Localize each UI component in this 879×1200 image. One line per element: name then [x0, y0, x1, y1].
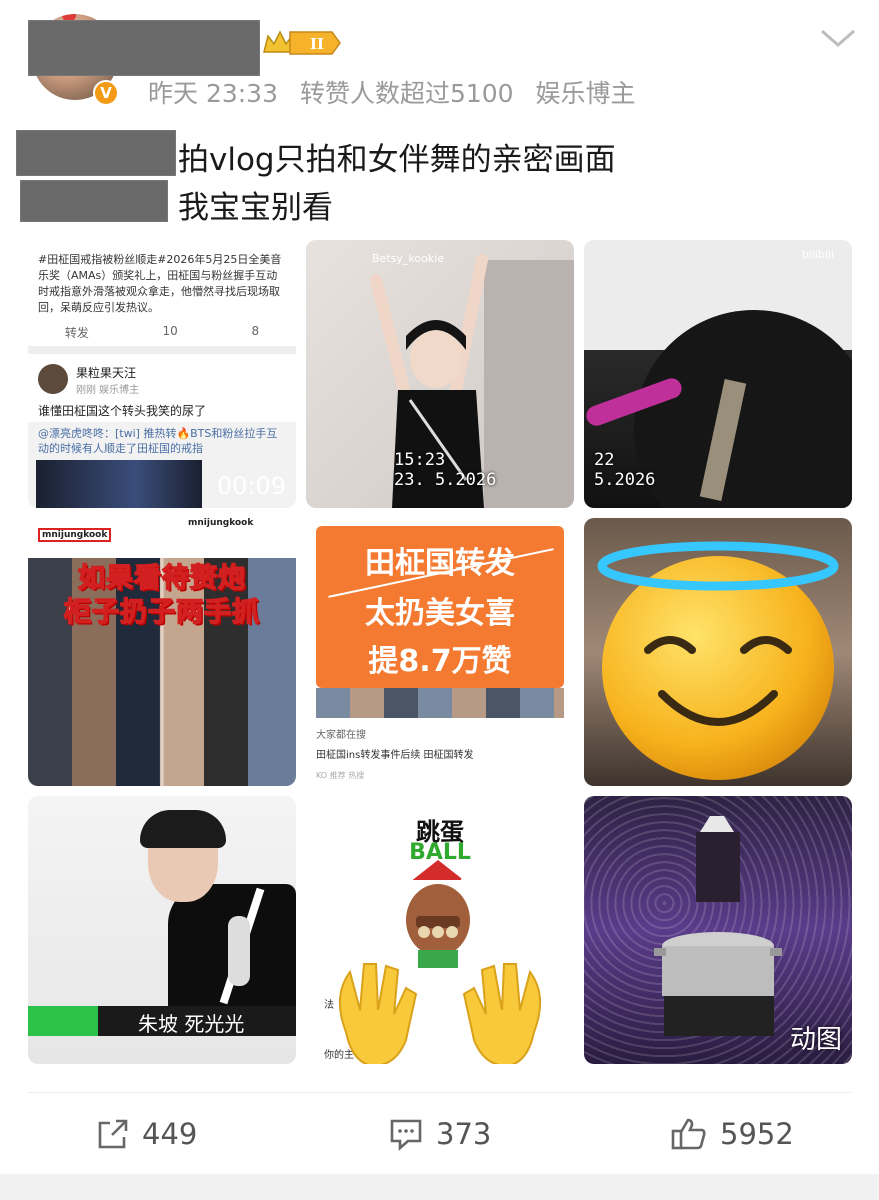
tile5-line-3: 提8.7万赞 [368, 644, 512, 679]
like-button[interactable]: 5952 [670, 1112, 794, 1156]
tile7-caption: 朱坡 死光光 [138, 1012, 245, 1036]
image-tile-2[interactable]: Betsy_kookie 15:23 23. 5.2026 [306, 240, 574, 508]
image-tile-7[interactable]: 朱坡 死光光 [28, 796, 296, 1064]
footer-divider [28, 1092, 851, 1093]
tile2-watermark: Betsy_kookie [372, 252, 444, 265]
tile5-search-items: 田柾国ins转发事件后续 田柾国转发 [316, 750, 474, 761]
smiling-face-halo-icon [597, 541, 839, 780]
tile5-line-1: 田柾国转发 [365, 546, 515, 581]
image-tile-9[interactable]: 动图 [584, 796, 852, 1064]
tile7-hair [140, 810, 226, 848]
thumbs-up-icon [671, 1118, 706, 1150]
repost-count: 449 [142, 1117, 198, 1151]
tile7-microphone [228, 916, 250, 986]
tile1-quote: @漂亮虎咚咚：[twi] 推热转🔥BTS和粉丝拉手互动的时候有人顺走了田柾国的戒… [38, 427, 278, 455]
tile4-username: mnijungkook [38, 528, 112, 542]
tile4-username-2: mnijungkook [188, 518, 254, 528]
rank-badge-text: II [310, 35, 324, 53]
video-duration: 00:09 [216, 472, 286, 500]
tile1-actions: 转发 10 8 [28, 324, 296, 341]
comment-icon [390, 1119, 422, 1151]
tile3-timestamp: 22 5.2026 [594, 450, 655, 490]
tile1-paragraph: #田柾国戒指被粉丝顺走#2026年5月25日全美音乐奖（AMAs）颁奖礼上，田柾… [38, 253, 282, 314]
tile3-date: 5.2026 [594, 470, 656, 490]
redacted-username [28, 20, 260, 76]
tile5-footer: KO 推荐 热搜 [316, 771, 365, 780]
image-tile-5[interactable]: 田柾国转发 太扔美女喜 提8.7万赞 大家都在搜 田柾国ins转发事件后续 田柾… [306, 518, 574, 786]
tile2-timestamp: 15:23 23. 5.2026 [394, 450, 496, 490]
tile7-caption-accent [28, 1006, 98, 1036]
image-tile-3[interactable]: bilibili 22 5.2026 [584, 240, 852, 508]
image-tile-1[interactable]: #田柾国戒指被粉丝顺走#2026年5月25日全美音乐奖（AMAs）颁奖礼上，田柾… [28, 240, 296, 508]
animated-gif-tag: 动图 [789, 1025, 842, 1055]
tile2-date: 23. 5.2026 [394, 470, 497, 490]
author-role: 娱乐博主 [535, 79, 636, 108]
tile3-time: 22 [594, 450, 615, 470]
tile1-message: 谁懂田柾国这个转头我笑的尿了 [38, 404, 207, 418]
comment-count: 373 [436, 1117, 492, 1151]
post-meta: 昨天 23:33 转赞人数超过5100 娱乐博主 [148, 74, 650, 110]
tile1-user-avatar [38, 364, 68, 394]
rank-badge-icon: II [263, 30, 341, 55]
tile1-user-sub: 刚刚 娱乐博主 [76, 385, 140, 396]
tile4-caption-2: 柜子扔子两手抓 [63, 596, 260, 629]
share-icon [98, 1119, 128, 1149]
tile1-username: 果粒果天汪 [76, 366, 137, 380]
cartoon-character-waving-hands-icon [338, 860, 542, 1064]
repost-notice: 转赞人数超过5100 [299, 79, 514, 108]
tile1-repost: 转发 [64, 326, 89, 340]
tile3-watermark: bilibili [801, 248, 834, 261]
tile1-likes: 8 [251, 324, 260, 338]
image-tile-4[interactable]: mnijungkook mnijungkook 如果看待赘炮 柜子扔子两手抓 [28, 518, 296, 786]
tile2-time: 15:23 [394, 450, 446, 470]
tile1-video-thumb [36, 460, 202, 508]
tile5-line-2: 太扔美女喜 [365, 596, 515, 631]
chevron-down-icon[interactable] [819, 26, 857, 50]
tile5-search-hint: 大家都在搜 [316, 730, 366, 741]
redacted-mention [16, 130, 176, 176]
verified-icon: V [93, 80, 119, 106]
image-tile-8[interactable]: 跳蛋 BALL 法 你的主 [306, 796, 574, 1064]
post-text-line-2: 我宝宝别看 [178, 190, 333, 226]
comment-button[interactable]: 373 [388, 1112, 491, 1156]
bottom-band [0, 1174, 879, 1200]
post-text-line-1: 拍vlog只拍和女伴舞的亲密画面 [178, 142, 616, 178]
repost-button[interactable]: 449 [96, 1112, 197, 1156]
tile1-comments: 10 [162, 324, 178, 338]
tile1-separator [28, 346, 296, 354]
redacted-mention-2 [20, 180, 168, 222]
like-count: 5952 [720, 1117, 794, 1151]
image-tile-6[interactable] [584, 518, 852, 786]
post-time: 昨天 23:33 [148, 79, 278, 108]
tile5-photo-strip [316, 688, 564, 718]
